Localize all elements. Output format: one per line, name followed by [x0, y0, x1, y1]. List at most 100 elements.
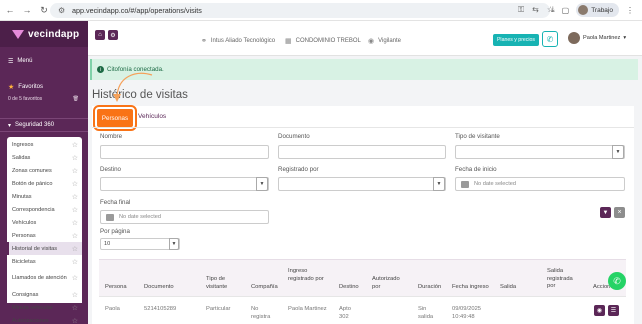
handshake-icon: ⚭: [201, 38, 207, 45]
star-outline-icon[interactable]: ☆: [72, 193, 78, 201]
sidebar-menu-toggle[interactable]: ☰ Menú: [0, 55, 88, 67]
user-menu[interactable]: Paola Martinez ▾: [568, 32, 626, 44]
cell-destino: Apto 302: [339, 306, 351, 320]
caret-down-icon: ▾: [623, 35, 627, 41]
column-header[interactable]: Documento: [144, 284, 174, 292]
cell-duracion: Sin salida: [418, 306, 434, 320]
menu-kebab-icon[interactable]: ⋮: [626, 6, 634, 15]
sidebar-item-label: Personas: [12, 232, 36, 239]
sidebar-item-llamados-atencion[interactable]: Llamados de atención ☆: [7, 268, 82, 288]
sidebar-item-historial-visitas[interactable]: Historial de visitas ☆: [7, 242, 82, 255]
column-header[interactable]: Compañía: [251, 284, 278, 292]
forward-icon[interactable]: →: [20, 3, 34, 17]
sidebar-item-ingresos[interactable]: Ingresos ☆: [7, 138, 82, 151]
end-date-placeholder: No date selected: [119, 214, 161, 220]
per-page-select[interactable]: 10 ▼: [100, 238, 180, 250]
sidebar-item-vehiculos[interactable]: Vehículos ☆: [7, 216, 82, 229]
profile-button[interactable]: Trabajo: [576, 3, 619, 17]
translate-icon[interactable]: ⇆: [532, 5, 539, 15]
star-outline-icon[interactable]: ☆: [72, 317, 78, 324]
browser-toolbar: ← → ↻ ⚙ app.vecindapp.co/#/app/operation…: [0, 0, 642, 21]
destination-label: Destino: [100, 166, 121, 173]
star-outline-icon[interactable]: ☆: [72, 219, 78, 227]
column-header[interactable]: Autorizado por: [372, 276, 408, 291]
star-outline-icon[interactable]: ☆: [72, 141, 78, 149]
star-outline-icon[interactable]: ☆: [72, 180, 78, 188]
start-date-input[interactable]: No date selected: [455, 177, 625, 191]
sidebar-item-boton-panico[interactable]: Botón de pánico ☆: [7, 177, 82, 190]
star-outline-icon[interactable]: ☆: [72, 167, 78, 175]
back-icon[interactable]: ←: [3, 3, 17, 17]
close-icon[interactable]: ×: [614, 207, 625, 218]
sidebar-item-bicicletas[interactable]: Bicicletas ☆: [7, 255, 82, 268]
sidebar-favorites[interactable]: ★ Favoritos: [0, 81, 88, 93]
star-outline-icon[interactable]: ☆: [72, 304, 78, 312]
visitor-type-label: Tipo de visitante: [455, 133, 500, 140]
sidebar-item-consignas[interactable]: Consignas ☆: [7, 288, 82, 301]
sidebar-item-zonas-comunes[interactable]: Zonas comunes ☆: [7, 164, 82, 177]
column-header[interactable]: Salida registrada por: [547, 268, 581, 291]
cell-tipo: Particular: [206, 306, 231, 312]
filter-icon[interactable]: ▼: [600, 207, 611, 218]
status-alert: i Citofonía conectada.: [90, 59, 638, 80]
profile-avatar: [578, 5, 589, 15]
plans-button[interactable]: Planes y precios: [493, 34, 539, 46]
column-header[interactable]: Ingreso registrado por: [288, 268, 328, 283]
avatar: [568, 32, 580, 44]
star-outline-icon[interactable]: ☆: [72, 291, 78, 299]
table-row[interactable]: Paola 5214105289 Particular No registra …: [99, 296, 626, 324]
end-date-input[interactable]: No date selected: [100, 210, 269, 224]
app-header: ⌂ ⚙ ⚭ Intus Aliado Tecnológico ▦ CONDOMI…: [88, 21, 642, 56]
page-title: Histórico de visitas: [92, 89, 188, 101]
column-header[interactable]: Persona: [105, 284, 127, 292]
sidebar-item-personas[interactable]: Personas ☆: [7, 229, 82, 242]
sidebar-item-label: Consignas: [12, 291, 39, 298]
column-header[interactable]: Salida: [500, 284, 516, 292]
star-outline-icon[interactable]: ☆: [72, 245, 78, 253]
home-icon[interactable]: ⌂: [95, 30, 105, 40]
column-header[interactable]: Duración: [418, 284, 441, 292]
key-icon[interactable]: ⚿: [518, 5, 524, 15]
star-outline-icon[interactable]: ☆: [72, 274, 78, 282]
favorites-count-row: 0 de 5 favoritos 🗑: [0, 96, 88, 102]
cell-documento: 5214105289: [144, 306, 177, 312]
view-eye-icon[interactable]: ◉: [594, 305, 605, 316]
sidebar-item-correspondencia[interactable]: Correspondencia ☆: [7, 203, 82, 216]
star-outline-icon[interactable]: ☆: [72, 232, 78, 240]
destination-select[interactable]: ▼: [100, 177, 269, 191]
start-date-label: Fecha de inicio: [455, 166, 497, 173]
phone-icon[interactable]: ✆: [542, 31, 558, 47]
column-header[interactable]: Fecha ingreso: [452, 284, 489, 292]
favorites-star-icon: ★: [8, 84, 15, 91]
sidebar-item-salidas[interactable]: Salidas ☆: [7, 151, 82, 164]
section-label: Seguridad 360: [15, 122, 55, 128]
list-icon[interactable]: ☰: [608, 305, 619, 316]
sidebar-item-autorizaciones[interactable]: Autorizaciones ☆: [7, 314, 82, 324]
star-outline-icon[interactable]: ☆: [72, 154, 78, 162]
sidebar-item-label: Botón de pánico: [12, 180, 53, 187]
document-input[interactable]: [278, 145, 446, 159]
reload-icon[interactable]: ↻: [37, 3, 51, 17]
site-info-icon[interactable]: ⚙: [58, 6, 67, 15]
star-outline-icon[interactable]: ☆: [72, 258, 78, 266]
check-icon: i: [97, 66, 104, 73]
logo[interactable]: vecindapp: [0, 21, 88, 47]
sidebar-item-minuta-vehicular[interactable]: Minuta vehicular ☆: [7, 301, 82, 314]
extensions-icon[interactable]: ▢: [562, 6, 570, 15]
tab-personas[interactable]: Personas: [93, 105, 137, 131]
address-bar[interactable]: ⚙ app.vecindapp.co/#/app/operations/visi…: [50, 3, 550, 18]
settings-icon[interactable]: ⚙: [108, 30, 118, 40]
trash-icon[interactable]: 🗑: [73, 96, 79, 102]
whatsapp-icon[interactable]: ✆: [608, 272, 626, 290]
column-header[interactable]: Tipo de visitante: [206, 276, 242, 291]
sidebar-item-minutas[interactable]: Minutas ☆: [7, 190, 82, 203]
registered-by-select[interactable]: ▼: [278, 177, 446, 191]
company-name: Intus Aliado Tecnológico: [210, 38, 276, 44]
visitor-type-select[interactable]: ▼: [455, 145, 625, 159]
star-outline-icon[interactable]: ☆: [72, 206, 78, 214]
sidebar-section-security[interactable]: ▾ Seguridad 360: [0, 118, 88, 132]
download-icon[interactable]: ⤓: [551, 5, 555, 15]
column-header[interactable]: Destino: [339, 284, 359, 292]
name-input[interactable]: [100, 145, 269, 159]
tab-vehiculos[interactable]: Vehículos: [138, 113, 166, 120]
